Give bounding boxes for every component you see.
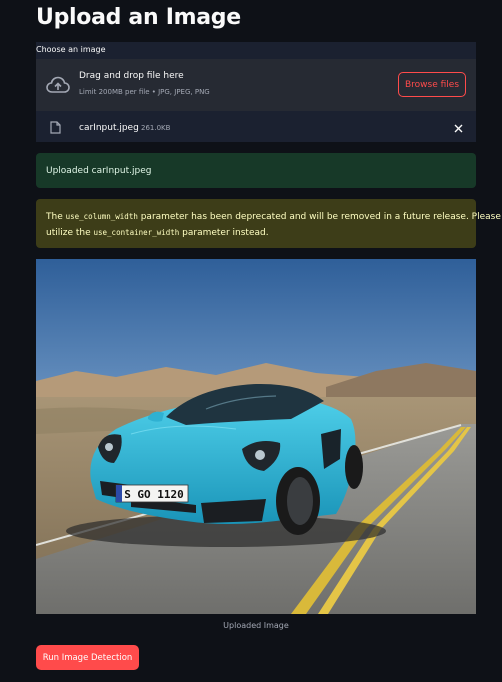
uploaded-file-size: 261.0KB — [141, 124, 171, 132]
dropzone-title: Drag and drop file here — [79, 71, 184, 81]
page-title: Upload an Image — [36, 5, 241, 30]
image-caption: Uploaded Image — [223, 621, 289, 630]
browse-files-button[interactable]: Browse files — [398, 72, 466, 97]
license-plate-text: S GO 1120 — [124, 488, 184, 501]
code-snippet: use_container_width — [93, 228, 180, 237]
run-image-detection-button[interactable]: Run Image Detection — [36, 645, 139, 670]
uploaded-file-name: carInput.jpeg — [79, 123, 139, 133]
success-message: Uploaded carInput.jpeg — [46, 166, 152, 176]
close-icon[interactable] — [454, 124, 463, 133]
code-snippet: use_column_width — [65, 212, 138, 221]
warning-alert — [36, 199, 476, 248]
warning-message-line-2: utilize the use_container_width paramete… — [46, 228, 269, 238]
uploader-label: Choose an image — [36, 45, 106, 54]
dropzone-limits: Limit 200MB per file • JPG, JPEG, PNG — [79, 88, 210, 96]
warning-message-line-1: The use_column_width parameter has been … — [46, 212, 501, 222]
file-icon — [50, 121, 61, 134]
uploaded-image: S GO 1120 — [36, 259, 476, 614]
cloud-upload-icon — [46, 76, 70, 93]
